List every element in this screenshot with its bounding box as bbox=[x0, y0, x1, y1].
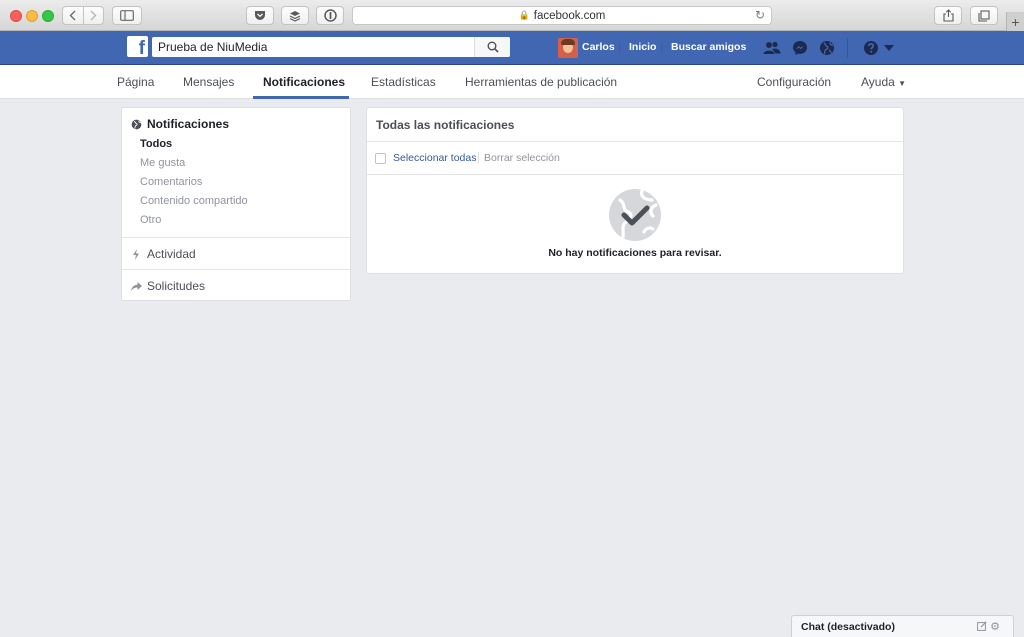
reload-icon[interactable]: ↻ bbox=[755, 8, 765, 22]
compose-icon[interactable] bbox=[976, 620, 988, 632]
share-icon bbox=[942, 9, 954, 22]
facebook-header: f Carlos Inicio Buscar amigos bbox=[0, 31, 1024, 65]
tab-notifications[interactable]: Notificaciones bbox=[263, 75, 345, 89]
address-bar[interactable]: 🔒 facebook.com ↻ bbox=[352, 6, 772, 25]
panel-divider bbox=[367, 141, 903, 142]
chat-bar[interactable]: Chat (desactivado) ⚙ bbox=[791, 615, 1014, 637]
forward-button[interactable] bbox=[82, 7, 103, 24]
help-menu-label: Ayuda bbox=[861, 75, 895, 89]
sidebar-item-requests[interactable]: Solicitudes bbox=[130, 279, 205, 293]
help-menu[interactable]: Ayuda ▼ bbox=[861, 75, 906, 89]
facebook-logo[interactable]: f bbox=[127, 36, 148, 57]
sidebar-item-shared-content[interactable]: Contenido compartido bbox=[140, 195, 248, 207]
find-friends-link[interactable]: Buscar amigos bbox=[671, 41, 746, 53]
sidebar-item-activity[interactable]: Actividad bbox=[130, 247, 196, 261]
tab-publishing-tools[interactable]: Herramientas de publicación bbox=[465, 75, 617, 89]
chevron-right-icon bbox=[90, 10, 97, 21]
gear-icon[interactable]: ⚙ bbox=[989, 620, 1001, 633]
sidebar-title: Notificaciones bbox=[147, 117, 230, 131]
back-button[interactable] bbox=[63, 7, 83, 24]
search-button[interactable] bbox=[474, 37, 510, 57]
sidebar-item-likes[interactable]: Me gusta bbox=[140, 157, 185, 169]
tabs-overview-button[interactable] bbox=[970, 6, 998, 25]
tab-messages[interactable]: Mensajes bbox=[183, 75, 234, 89]
sidebar-item-comments[interactable]: Comentarios bbox=[140, 176, 202, 188]
tab-insights[interactable]: Estadísticas bbox=[371, 75, 436, 89]
onepassword-icon bbox=[323, 9, 337, 22]
friends-icon bbox=[763, 41, 781, 54]
caret-down-icon bbox=[884, 45, 894, 51]
search-box bbox=[152, 37, 510, 57]
search-icon bbox=[487, 41, 499, 53]
messenger-icon bbox=[793, 41, 807, 55]
sidebar-item-other[interactable]: Otro bbox=[140, 214, 161, 226]
avatar[interactable] bbox=[558, 38, 578, 58]
sidebar-item-label: Solicitudes bbox=[147, 279, 206, 293]
sidebar-divider bbox=[122, 237, 350, 238]
sidebar-section-notifications[interactable]: Notificaciones bbox=[130, 117, 229, 131]
home-link[interactable]: Inicio bbox=[629, 41, 656, 53]
new-tab-button[interactable]: + bbox=[1006, 12, 1024, 31]
globe-icon bbox=[820, 41, 834, 55]
tab-settings[interactable]: Configuración bbox=[757, 75, 831, 89]
notifications-sidebar: Notificaciones Todos Me gusta Comentario… bbox=[121, 107, 351, 301]
pocket-icon bbox=[255, 11, 265, 20]
sidebar-item-all[interactable]: Todos bbox=[140, 138, 172, 150]
tab-page[interactable]: Página bbox=[117, 75, 154, 89]
link-divider bbox=[478, 152, 479, 164]
header-divider bbox=[661, 43, 662, 53]
sidebar-item-label: Actividad bbox=[147, 247, 196, 261]
caret-down-icon: ▼ bbox=[898, 79, 907, 88]
account-menu-button[interactable] bbox=[883, 39, 895, 57]
header-divider bbox=[619, 43, 620, 53]
history-nav-group bbox=[62, 6, 104, 25]
globe-icon bbox=[130, 118, 142, 130]
help-button[interactable] bbox=[862, 39, 880, 57]
browser-toolbar: 🔒 facebook.com ↻ + bbox=[0, 0, 1024, 31]
profile-link[interactable]: Carlos bbox=[582, 41, 615, 53]
page-navigation: Página Mensajes Notificaciones Estadísti… bbox=[0, 65, 1024, 99]
close-window-button[interactable] bbox=[10, 10, 22, 22]
messages-button[interactable] bbox=[791, 39, 809, 57]
sidebar-toggle-button[interactable] bbox=[112, 6, 142, 25]
share-button[interactable] bbox=[934, 6, 962, 25]
panel-title: Todas las notificaciones bbox=[376, 118, 515, 132]
chevron-left-icon bbox=[69, 10, 76, 21]
search-input[interactable] bbox=[152, 37, 474, 57]
help-icon bbox=[864, 41, 878, 55]
buffer-extension-button[interactable] bbox=[281, 6, 309, 25]
share-arrow-icon bbox=[130, 280, 142, 292]
select-all-link[interactable]: Seleccionar todas bbox=[393, 152, 476, 164]
lightning-icon bbox=[130, 248, 142, 260]
sidebar-icon bbox=[120, 10, 134, 21]
panel-divider bbox=[367, 174, 903, 175]
pocket-extension-button[interactable] bbox=[246, 6, 274, 25]
header-divider bbox=[847, 38, 848, 58]
chat-status-label: Chat (desactivado) bbox=[801, 621, 895, 633]
globe-check-icon bbox=[609, 189, 661, 241]
zoom-window-button[interactable] bbox=[42, 10, 54, 22]
notifications-button[interactable] bbox=[818, 39, 836, 57]
friend-requests-button[interactable] bbox=[763, 39, 781, 57]
select-all-checkbox[interactable] bbox=[375, 153, 386, 164]
notifications-panel: Todas las notificaciones Seleccionar tod… bbox=[366, 107, 904, 274]
lock-icon: 🔒 bbox=[518, 10, 530, 20]
minimize-window-button[interactable] bbox=[26, 10, 38, 22]
password-manager-button[interactable] bbox=[316, 6, 344, 25]
empty-state-message: No hay notificaciones para revisar. bbox=[548, 247, 722, 259]
clear-selection-link[interactable]: Borrar selección bbox=[484, 152, 560, 164]
active-tab-indicator bbox=[253, 96, 349, 99]
layers-icon bbox=[289, 10, 301, 22]
sidebar-divider bbox=[122, 269, 350, 270]
tabs-icon bbox=[978, 9, 990, 22]
address-url: facebook.com bbox=[533, 9, 606, 22]
